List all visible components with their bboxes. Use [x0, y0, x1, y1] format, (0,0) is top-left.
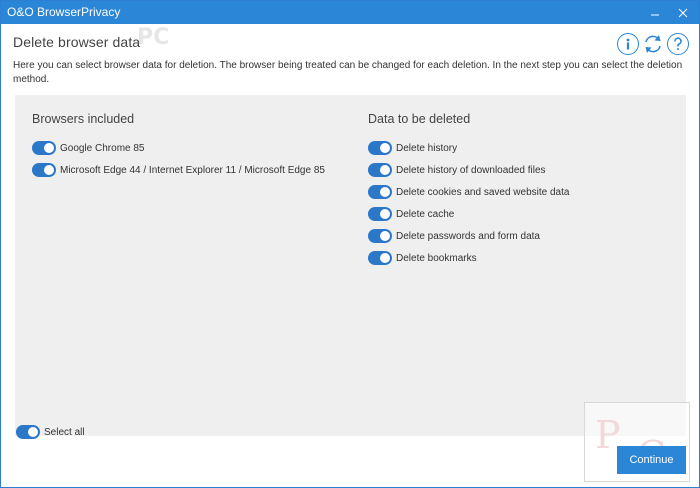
info-icon[interactable] [617, 33, 639, 55]
toggle-label: Google Chrome 85 [60, 142, 145, 154]
page-title: Delete browser data [13, 34, 141, 50]
toggle-switch[interactable] [32, 141, 56, 155]
watermark-logo: PC [137, 25, 170, 50]
toggle-switch[interactable] [368, 141, 392, 155]
toggle-switch[interactable] [368, 207, 392, 221]
toggle-switch[interactable] [368, 185, 392, 199]
data-toggle-history[interactable]: Delete history [368, 140, 457, 156]
close-icon [678, 8, 688, 17]
data-toggle-cookies[interactable]: Delete cookies and saved website data [368, 184, 569, 200]
data-heading: Data to be deleted [368, 112, 471, 126]
minimize-button[interactable] [641, 1, 669, 24]
toggle-switch[interactable] [32, 163, 56, 177]
refresh-icon[interactable] [642, 33, 664, 55]
toggle-label: Delete history [396, 142, 458, 154]
browser-toggle-edge[interactable]: Microsoft Edge 44 / Internet Explorer 11… [32, 162, 325, 178]
toggle-switch[interactable] [16, 425, 40, 439]
toggle-label: Delete history of downloaded files [396, 164, 546, 176]
toggle-label: Delete passwords and form data [396, 230, 540, 242]
help-icon[interactable] [667, 33, 689, 55]
close-button[interactable] [669, 1, 697, 24]
continue-button[interactable]: Continue [617, 446, 686, 474]
minimize-icon [651, 14, 659, 15]
window-title: O&O BrowserPrivacy [7, 5, 121, 19]
data-toggle-passwords[interactable]: Delete passwords and form data [368, 228, 540, 244]
browsers-heading: Browsers included [32, 112, 135, 126]
title-bar: O&O BrowserPrivacy [1, 1, 699, 24]
header-icon-group [617, 33, 689, 55]
toggle-switch[interactable] [368, 251, 392, 265]
data-toggle-downloads[interactable]: Delete history of downloaded files [368, 162, 546, 178]
toggle-label: Delete cache [396, 208, 455, 220]
toggle-label: Delete cookies and saved website data [396, 186, 570, 198]
browser-toggle-chrome[interactable]: Google Chrome 85 [32, 140, 145, 156]
description-text: Here you can select browser data for del… [13, 60, 683, 85]
data-toggle-bookmarks[interactable]: Delete bookmarks [368, 250, 477, 266]
select-all-toggle[interactable]: Select all [16, 424, 85, 440]
selection-panel: Browsers included Google Chrome 85 Micro… [15, 95, 686, 436]
toggle-switch[interactable] [368, 163, 392, 177]
data-toggle-cache[interactable]: Delete cache [368, 206, 454, 222]
select-all-label: Select all [44, 426, 85, 438]
toggle-label: Microsoft Edge 44 / Internet Explorer 11… [60, 164, 325, 176]
toggle-switch[interactable] [368, 229, 392, 243]
toggle-label: Delete bookmarks [396, 252, 477, 264]
app-window: O&O BrowserPrivacy Delete browser data P… [0, 0, 700, 488]
